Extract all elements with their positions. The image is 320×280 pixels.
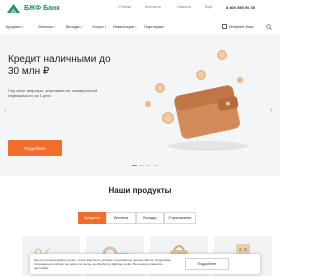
chevron-down-icon: ▾ (22, 25, 24, 29)
product-tabs: Кредиты Ипотека Вклады Страхование (78, 212, 196, 224)
hero-more-button[interactable]: Подробнее (8, 140, 62, 156)
chevron-down-icon: ▾ (135, 25, 137, 29)
nav-item-services[interactable]: Услуги ▾ (92, 25, 106, 29)
cookie-banner: Мы используем файлы cookie, чтобы вам бы… (30, 254, 260, 274)
bank-logo[interactable]: БЖФ Банк (6, 3, 60, 14)
nav-item-mortgage[interactable]: Ипотека ▾ (38, 25, 55, 29)
wallet-coins-illustration (145, 50, 248, 151)
nav-item-label: Вклады (66, 25, 80, 29)
top-link-news[interactable]: Новости (177, 5, 191, 9)
top-link-contacts[interactable]: Контакты (145, 5, 161, 9)
hero-banner: Кредит наличными до 30 млн ₽ Под залог к… (0, 34, 280, 176)
tab-insurance[interactable]: Страхование (164, 212, 196, 224)
nav-item-label: Кредиты (6, 25, 22, 29)
nav-item-label: Инвестиции (113, 25, 135, 29)
hero-title: Кредит наличными до 30 млн ₽ (8, 54, 111, 77)
tab-mortgage[interactable]: Ипотека (106, 212, 136, 224)
hero-subtitle: Под залог квартиры, апартаментов, коммер… (8, 89, 98, 99)
main-nav: Кредиты ▾ Ипотека ▾ Вклады ▾ Услуги ▾ Ин… (0, 23, 280, 33)
top-bar: БЖФ Банк О банке Контакты Новости Ещё 8 … (0, 0, 280, 19)
cookie-text: Мы используем файлы cookie, чтобы вам бы… (34, 258, 171, 270)
logo-text: БЖФ Банк (24, 5, 60, 12)
chevron-down-icon: ▾ (80, 25, 83, 29)
nav-item-label: Ипотека (38, 25, 53, 29)
chevron-down-icon: ▾ (53, 25, 55, 29)
nav-item-deposits[interactable]: Вклады ▾ (66, 25, 82, 29)
chevron-down-icon: ▾ (104, 25, 107, 29)
logo-mark-icon (7, 4, 20, 13)
slider-dot[interactable] (132, 165, 137, 166)
tab-credits[interactable]: Кредиты (78, 212, 106, 224)
internet-bank-link[interactable]: Интернет-банк (222, 24, 253, 29)
search-icon[interactable] (266, 24, 272, 30)
slider-prev-arrow-icon[interactable]: ‹ (4, 107, 6, 114)
products-title: Наши продукты (108, 186, 172, 195)
tab-deposits[interactable]: Вклады (136, 212, 164, 224)
phone-number[interactable]: 8 800 555 00 35 (226, 5, 255, 10)
slider-dots (132, 165, 158, 166)
cookie-more-button[interactable]: Подробнее (185, 258, 229, 270)
slider-dot[interactable] (139, 165, 144, 166)
nav-item-credits[interactable]: Кредиты ▾ (6, 25, 24, 29)
slider-next-arrow-icon[interactable]: › (270, 107, 272, 114)
nav-item-investments[interactable]: Инвестиции ▾ (113, 25, 137, 29)
top-link-more[interactable]: Ещё (205, 5, 212, 9)
nav-item-partners[interactable]: Партнерам (144, 25, 164, 29)
user-icon (222, 24, 227, 29)
internet-bank-label: Интернет-банк (229, 24, 254, 29)
nav-item-label: Услуги (92, 25, 104, 29)
top-link-about[interactable]: О банке (118, 5, 131, 9)
slider-dot[interactable] (146, 165, 151, 166)
nav-item-label: Партнерам (144, 25, 164, 29)
slider-dot[interactable] (153, 165, 158, 166)
